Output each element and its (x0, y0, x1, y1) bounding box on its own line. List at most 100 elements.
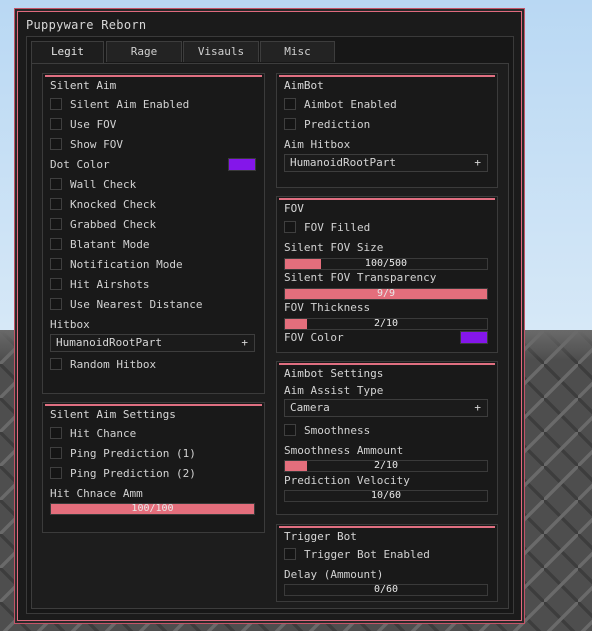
checkbox[interactable] (50, 118, 62, 130)
toggle-label: Show FOV (70, 137, 123, 151)
use-nearest-distance-toggle[interactable]: Use Nearest Distance (50, 296, 202, 312)
slider-value: 10/60 (370, 490, 402, 501)
checkbox[interactable] (284, 424, 296, 436)
aim-assist-type-dropdown[interactable]: Camera + (284, 399, 488, 417)
fov-size-label-row: Silent FOV Size (284, 239, 383, 255)
hit-chance-toggle[interactable]: Hit Chance (50, 425, 136, 441)
group-title: FOV (284, 202, 304, 215)
fov-filled-toggle[interactable]: FOV Filled (284, 219, 370, 235)
aim-hitbox-label: Aim Hitbox (284, 137, 351, 151)
group-title: Trigger Bot (284, 530, 357, 543)
prediction-velocity-label-row: Prediction Velocity (284, 472, 410, 488)
aimbot-group: AimBot Aimbot Enabled Prediction Aim Hit… (276, 73, 498, 188)
toggle-label: Prediction (304, 117, 371, 131)
grabbed-check-toggle[interactable]: Grabbed Check (50, 216, 156, 232)
checkbox[interactable] (50, 467, 62, 479)
wall-check-toggle[interactable]: Wall Check (50, 176, 136, 192)
checkbox[interactable] (50, 218, 62, 230)
toggle-label: Knocked Check (70, 197, 157, 211)
hit-chance-amm-slider[interactable]: 100/100 (50, 503, 255, 515)
trigger-bot-group: Trigger Bot Trigger Bot Enabled Delay (A… (276, 524, 498, 602)
fov-transparency-label-row: Silent FOV Transparency (284, 269, 436, 285)
aim-assist-type-label-row: Aim Assist Type (284, 382, 383, 398)
slider-value: 100/100 (131, 503, 174, 514)
ping-prediction-2-toggle[interactable]: Ping Prediction (2) (50, 465, 196, 481)
slider-label: Hit Chnace Amm (50, 486, 143, 500)
checkbox[interactable] (50, 358, 62, 370)
toggle-label: Wall Check (70, 177, 137, 191)
dropdown-value: HumanoidRootPart (290, 156, 396, 169)
tab-visuals[interactable]: Visauls (183, 41, 259, 62)
checkbox[interactable] (50, 138, 62, 150)
toggle-label: Use FOV (70, 117, 117, 131)
group-title: Aimbot Settings (284, 367, 384, 380)
show-fov-toggle[interactable]: Show FOV (50, 136, 123, 152)
notification-mode-toggle[interactable]: Notification Mode (50, 256, 183, 272)
prediction-velocity-slider[interactable]: 10/60 (284, 490, 488, 502)
tab-misc[interactable]: Misc (260, 41, 335, 62)
checkbox[interactable] (284, 221, 296, 233)
tab-rage[interactable]: Rage (106, 41, 182, 62)
window-content: Legit Rage Visauls Misc Silent Aim Silen… (26, 36, 514, 614)
slider-value: 2/10 (373, 460, 399, 471)
group-title: AimBot (284, 79, 324, 92)
random-hitbox-toggle[interactable]: Random Hitbox (50, 356, 156, 372)
toggle-label: Notification Mode (70, 257, 183, 271)
smoothness-amount-slider[interactable]: 2/10 (284, 460, 488, 472)
checkbox[interactable] (50, 98, 62, 110)
silent-aim-settings-group: Silent Aim Settings Hit Chance Ping Pred… (42, 402, 265, 533)
toggle-label: Use Nearest Distance (70, 297, 203, 311)
toggle-label: Aimbot Enabled (304, 97, 397, 111)
checkbox[interactable] (284, 548, 296, 560)
use-fov-toggle[interactable]: Use FOV (50, 116, 116, 132)
checkbox[interactable] (50, 258, 62, 270)
slider-label: Silent FOV Size (284, 240, 384, 254)
aim-assist-type-label: Aim Assist Type (284, 383, 384, 397)
toggle-label: Trigger Bot Enabled (304, 547, 430, 561)
delay-label-row: Delay (Ammount) (284, 566, 383, 582)
cheat-menu-window: Puppyware Reborn Legit Rage Visauls Misc… (17, 11, 522, 621)
blatant-mode-toggle[interactable]: Blatant Mode (50, 236, 149, 252)
tab-legit[interactable]: Legit (31, 41, 104, 64)
slider-label: FOV Thickness (284, 300, 371, 314)
checkbox[interactable] (50, 198, 62, 210)
aimbot-settings-group: Aimbot Settings Aim Assist Type Camera +… (276, 361, 498, 515)
checkbox[interactable] (50, 178, 62, 190)
slider-label: Silent FOV Transparency (284, 270, 437, 284)
fov-color-label: FOV Color (284, 330, 344, 344)
checkbox[interactable] (50, 298, 62, 310)
prediction-toggle[interactable]: Prediction (284, 116, 370, 132)
checkbox[interactable] (284, 98, 296, 110)
hit-chance-amm-label-row: Hit Chnace Amm (50, 485, 143, 501)
fov-color-row: FOV Color (284, 329, 344, 345)
ping-prediction-1-toggle[interactable]: Ping Prediction (1) (50, 445, 196, 461)
toggle-label: FOV Filled (304, 220, 371, 234)
aim-hitbox-dropdown[interactable]: HumanoidRootPart + (284, 154, 488, 172)
slider-label: Smoothness Ammount (284, 443, 404, 457)
toggle-label: Blatant Mode (70, 237, 150, 251)
toggle-label: Ping Prediction (2) (70, 466, 196, 480)
hitbox-dropdown[interactable]: HumanoidRootPart + (50, 334, 255, 352)
checkbox[interactable] (50, 238, 62, 250)
checkbox[interactable] (50, 447, 62, 459)
toggle-label: Silent Aim Enabled (70, 97, 190, 111)
toggle-label: Random Hitbox (70, 357, 157, 371)
trigger-bot-enabled-toggle[interactable]: Trigger Bot Enabled (284, 546, 430, 562)
hit-airshots-toggle[interactable]: Hit Airshots (50, 276, 149, 292)
silent-aim-group: Silent Aim Silent Aim Enabled Use FOV Sh… (42, 73, 265, 394)
plus-icon: + (241, 336, 248, 349)
knocked-check-toggle[interactable]: Knocked Check (50, 196, 156, 212)
delay-amount-slider[interactable]: 0/60 (284, 584, 488, 596)
silent-aim-enabled-toggle[interactable]: Silent Aim Enabled (50, 96, 189, 112)
aimbot-enabled-toggle[interactable]: Aimbot Enabled (284, 96, 397, 112)
toggle-label: Ping Prediction (1) (70, 446, 196, 460)
fov-color-swatch[interactable] (460, 331, 488, 344)
slider-value: 0/60 (373, 584, 399, 595)
checkbox[interactable] (50, 427, 62, 439)
dot-color-swatch[interactable] (228, 158, 256, 171)
dot-color-label: Dot Color (50, 157, 110, 171)
checkbox[interactable] (50, 278, 62, 290)
smoothness-toggle[interactable]: Smoothness (284, 422, 370, 438)
window-title: Puppyware Reborn (26, 18, 147, 32)
checkbox[interactable] (284, 118, 296, 130)
